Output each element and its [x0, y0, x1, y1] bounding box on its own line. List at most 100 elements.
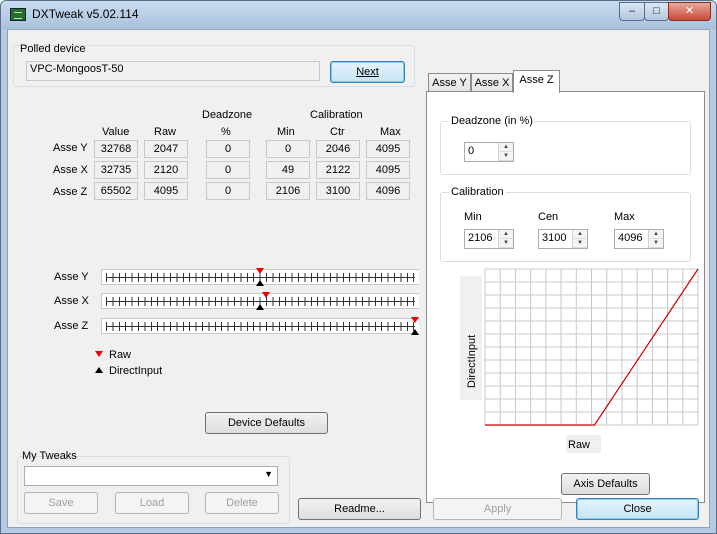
spin-down-icon[interactable]: ▼	[573, 239, 587, 248]
row-min-cell: 49	[266, 161, 310, 179]
row-max-cell: 4095	[366, 161, 410, 179]
close-window-button[interactable]: ✕	[668, 2, 711, 21]
chart-xlabel: Raw	[568, 439, 590, 451]
col-deadzone-pct: %	[221, 126, 231, 138]
deadzone-spinner[interactable]: 0 ▲ ▼	[464, 142, 514, 162]
spinner-arrows[interactable]: ▲ ▼	[648, 230, 663, 248]
title-bar[interactable]: DXTweak v5.02.114 – □ ✕	[1, 1, 716, 29]
raw-marker	[410, 317, 419, 323]
my-tweaks-label: My Tweaks	[22, 450, 77, 462]
slider-label: Asse Y	[54, 271, 89, 283]
axis-defaults-button[interactable]: Axis Defaults	[561, 473, 650, 495]
min-label: Min	[464, 211, 482, 223]
col-raw: Raw	[154, 126, 177, 138]
next-button-label: Next	[356, 66, 379, 78]
row-value-cell: 32735	[94, 161, 138, 179]
app-icon	[10, 8, 26, 21]
calibration-group	[440, 192, 691, 262]
main-panel: Polled device VPC-MongoosT-50 Next Deadz…	[7, 29, 710, 528]
deadzone-spinner-value: 0	[468, 145, 475, 157]
tab-asse-y[interactable]: Asse Y	[428, 73, 471, 92]
close-button[interactable]: Close	[576, 498, 699, 520]
load-button[interactable]: Load	[115, 492, 189, 514]
spinner-arrows[interactable]: ▲ ▼	[498, 230, 513, 248]
app-window: DXTweak v5.02.114 – □ ✕ Polled device VP…	[0, 0, 717, 534]
cen-spinner-value: 3100	[542, 232, 567, 244]
raw-marker	[261, 292, 270, 298]
polled-device-label: Polled device	[20, 43, 86, 55]
calibration-group-label: Calibration	[449, 186, 506, 198]
col-ctr: Ctr	[330, 126, 345, 138]
row-max-cell: 4096	[366, 182, 410, 200]
minimize-button[interactable]: –	[619, 2, 645, 21]
row-raw-cell: 4095	[144, 182, 188, 200]
spin-up-icon[interactable]: ▲	[649, 230, 663, 239]
spin-up-icon[interactable]: ▲	[573, 230, 587, 239]
chart-ylabel: DirectInput	[466, 335, 478, 388]
axis-tab-panel: Deadzone (in %) 0 ▲ ▼ Calibration Min Cen…	[426, 91, 705, 503]
row-max-cell: 4095	[366, 140, 410, 158]
device-name-field: VPC-MongoosT-50	[26, 61, 320, 81]
raw-legend-icon	[95, 351, 103, 357]
row-min-cell: 2106	[266, 182, 310, 200]
row-value-cell: 32768	[94, 140, 138, 158]
spin-up-icon[interactable]: ▲	[499, 230, 513, 239]
maximize-button[interactable]: □	[644, 2, 669, 21]
deadzone-header: Deadzone	[202, 109, 253, 121]
spin-down-icon[interactable]: ▼	[649, 239, 663, 248]
device-defaults-button[interactable]: Device Defaults	[205, 412, 328, 434]
calibration-header: Calibration	[310, 109, 363, 121]
row-value-cell: 65502	[94, 182, 138, 200]
row-raw-cell: 2120	[144, 161, 188, 179]
apply-button[interactable]: Apply	[433, 498, 562, 520]
row-label: Asse X	[53, 164, 88, 176]
tab-asse-x[interactable]: Asse X	[471, 73, 513, 92]
directinput-marker	[256, 280, 264, 286]
col-value: Value	[102, 126, 130, 138]
spin-down-icon[interactable]: ▼	[499, 152, 513, 161]
window-title: DXTweak v5.02.114	[32, 7, 139, 21]
min-spinner-value: 2106	[468, 232, 493, 244]
save-button[interactable]: Save	[24, 492, 98, 514]
col-min: Min	[277, 126, 295, 138]
raw-legend-label: Raw	[109, 349, 132, 361]
col-max: Max	[380, 126, 401, 138]
slider-label: Asse Z	[54, 320, 89, 332]
next-button[interactable]: Next	[330, 61, 405, 83]
spin-up-icon[interactable]: ▲	[499, 143, 513, 152]
directinput-legend-label: DirectInput	[109, 365, 163, 377]
row-deadzone-cell: 0	[206, 182, 250, 200]
deadzone-group-label: Deadzone (in %)	[449, 115, 535, 127]
directinput-marker	[256, 304, 264, 310]
max-spinner-value: 4096	[618, 232, 643, 244]
slider-ticks	[106, 322, 415, 331]
max-label: Max	[614, 211, 635, 223]
cen-spinner[interactable]: 3100 ▲ ▼	[538, 229, 588, 249]
row-ctr-cell: 2046	[316, 140, 360, 158]
delete-button[interactable]: Delete	[205, 492, 279, 514]
row-min-cell: 0	[266, 140, 310, 158]
max-spinner[interactable]: 4096 ▲ ▼	[614, 229, 664, 249]
row-deadzone-cell: 0	[206, 140, 250, 158]
axis-slider-track	[101, 318, 419, 334]
row-raw-cell: 2047	[144, 140, 188, 158]
slider-label: Asse X	[54, 295, 89, 307]
row-deadzone-cell: 0	[206, 161, 250, 179]
spinner-arrows[interactable]: ▲ ▼	[498, 143, 513, 161]
raw-marker	[256, 268, 264, 274]
row-ctr-cell: 2122	[316, 161, 360, 179]
tweaks-select[interactable]: ▼	[24, 466, 278, 486]
row-ctr-cell: 3100	[316, 182, 360, 200]
directinput-marker	[410, 329, 419, 335]
tab-asse-z[interactable]: Asse Z	[513, 70, 560, 93]
readme-button[interactable]: Readme...	[298, 498, 421, 520]
calibration-curve-chart: DirectInput Raw	[436, 267, 700, 463]
chevron-down-icon: ▼	[264, 469, 273, 479]
spinner-arrows[interactable]: ▲ ▼	[572, 230, 587, 248]
min-spinner[interactable]: 2106 ▲ ▼	[464, 229, 514, 249]
row-label: Asse Z	[53, 186, 88, 198]
cen-label: Cen	[538, 211, 559, 223]
directinput-legend-icon	[95, 367, 103, 373]
spin-down-icon[interactable]: ▼	[499, 239, 513, 248]
row-label: Asse Y	[53, 142, 88, 154]
